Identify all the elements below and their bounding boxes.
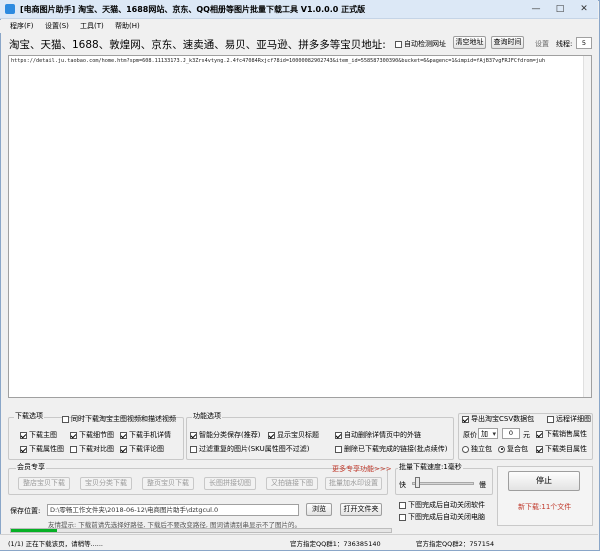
qq-group-1: 官方指定QQ群1：736385140 <box>290 540 381 548</box>
whole-shop-download-button[interactable]: 整店宝贝下载 <box>18 477 70 490</box>
delete-finished-links-checkbox[interactable]: 删除已下载完成的链接(批点续传) <box>335 444 447 454</box>
download-main-image-checkbox[interactable]: 下载主图 <box>20 430 57 440</box>
download-class-attr-checkbox[interactable]: 下载类目属性 <box>536 444 587 454</box>
price-label: 原价 <box>463 431 477 439</box>
url-label: 淘宝、天猫、1688、敦煌网、京东、速卖通、易贝、亚马逊、拼多多等宝贝地址: <box>9 39 386 51</box>
smart-category-checkbox[interactable]: 智能分类保存(推荐) <box>190 430 260 440</box>
download-mobile-detail-checkbox[interactable]: 下载手机详情 <box>120 430 171 440</box>
save-path-input[interactable]: D:\零畅工作文件夹\2018-06-12\电商图片助手\dztgcul.0 <box>47 504 299 516</box>
price-operation-select[interactable]: 加 <box>478 428 498 439</box>
long-image-stitch-button[interactable]: 长图拼接切图 <box>204 477 256 490</box>
save-location-label: 保存位置: <box>10 507 41 515</box>
app-icon <box>5 4 15 14</box>
download-attr-image-checkbox[interactable]: 下载属性图 <box>20 444 64 454</box>
minimize-button[interactable]: — <box>526 3 546 16</box>
function-options-title: 功能选项 <box>192 412 222 421</box>
remove-external-links-checkbox[interactable]: 自动删除详情页中的外链 <box>335 430 421 440</box>
url-scrollbar[interactable] <box>583 56 591 397</box>
filter-duplicate-checkbox[interactable]: 过滤重复的图片(SKU属性图不过滤) <box>190 444 309 454</box>
speed-slow-label: 慢 <box>479 481 486 489</box>
open-folder-button[interactable]: 打开文件夹 <box>340 503 382 516</box>
new-download-count: 新下载:11个文件 <box>518 503 572 511</box>
price-value-input[interactable]: 0 <box>502 428 520 439</box>
threads-label: 线程: <box>556 40 573 48</box>
download-options-title: 下载选项 <box>14 412 44 421</box>
auto-close-app-checkbox[interactable]: 下图完成后自动关闭软件 <box>399 500 485 510</box>
clear-address-button[interactable]: 清空地址 <box>453 36 486 49</box>
menu-help[interactable]: 帮助(H) <box>115 21 140 32</box>
menu-settings[interactable]: 设置(S) <box>45 21 69 32</box>
progress-fill <box>11 529 57 532</box>
speed-slider-track[interactable] <box>412 482 474 485</box>
single-package-radio[interactable]: 独立包 <box>462 444 492 454</box>
vip-title: 会员专享 <box>16 463 46 472</box>
status-message: (1/1) 正在下载该页，请稍等...... <box>8 540 103 548</box>
download-sales-attr-checkbox[interactable]: 下载销售属性 <box>536 429 587 439</box>
multi-package-radio[interactable]: 复合包 <box>498 444 528 454</box>
download-compare-image-checkbox[interactable]: 下载对比图 <box>70 444 114 454</box>
auto-shutdown-checkbox[interactable]: 下图完成后自动关闭电脑 <box>399 512 485 522</box>
query-time-button[interactable]: 查询时间 <box>491 36 524 49</box>
maximize-button[interactable]: □ <box>550 3 570 16</box>
url-text: https://detail.ju.taobao.com/home.htm?sp… <box>11 58 546 64</box>
whole-page-download-button[interactable]: 整页宝贝下载 <box>142 477 194 490</box>
stop-button[interactable]: 停止 <box>508 471 580 491</box>
progress-bar <box>10 528 392 533</box>
auto-recognize-checkbox[interactable]: 自动检测网址 <box>395 39 446 49</box>
menu-program[interactable]: 程序(F) <box>10 21 34 32</box>
category-download-button[interactable]: 宝贝分类下载 <box>80 477 132 490</box>
speed-title: 批量下载速度:1毫秒 <box>398 463 463 472</box>
download-detail-image-checkbox[interactable]: 下载细节图 <box>70 430 114 440</box>
download-video-checkbox[interactable]: 同时下载淘宝主图视频和描述视频 <box>62 414 176 424</box>
price-unit: 元 <box>523 431 530 439</box>
menu-tools[interactable]: 工具(T) <box>80 21 104 32</box>
export-csv-checkbox[interactable]: 导出淘宝CSV数据包 <box>462 414 534 424</box>
speed-slider-thumb[interactable] <box>415 477 421 488</box>
batch-watermark-button[interactable]: 批量加水印设置 <box>325 477 382 490</box>
browse-button[interactable]: 浏览 <box>306 503 332 516</box>
threads-input[interactable]: 5 <box>576 37 592 49</box>
url-textarea[interactable]: https://detail.ju.taobao.com/home.htm?sp… <box>8 55 592 398</box>
settings-label: 设置 <box>535 40 549 48</box>
download-review-image-checkbox[interactable]: 下载评论图 <box>120 444 164 454</box>
window-title: [电商图片助手] 淘宝、天猫、1688网站、京东、QQ相册等图片批量下载工具 V… <box>20 5 366 14</box>
more-vip-link[interactable]: 更多专享功能>>> <box>332 464 392 474</box>
qq-group-2: 官方指定QQ群2：757154 <box>416 540 495 548</box>
show-title-checkbox[interactable]: 显示宝贝标题 <box>268 430 319 440</box>
close-button[interactable]: ✕ <box>574 3 594 16</box>
remote-detail-checkbox[interactable]: 远程详细图 <box>547 414 591 424</box>
speed-fast-label: 快 <box>399 481 406 489</box>
youpai-link-download-button[interactable]: 又拍链接下图 <box>266 477 318 490</box>
